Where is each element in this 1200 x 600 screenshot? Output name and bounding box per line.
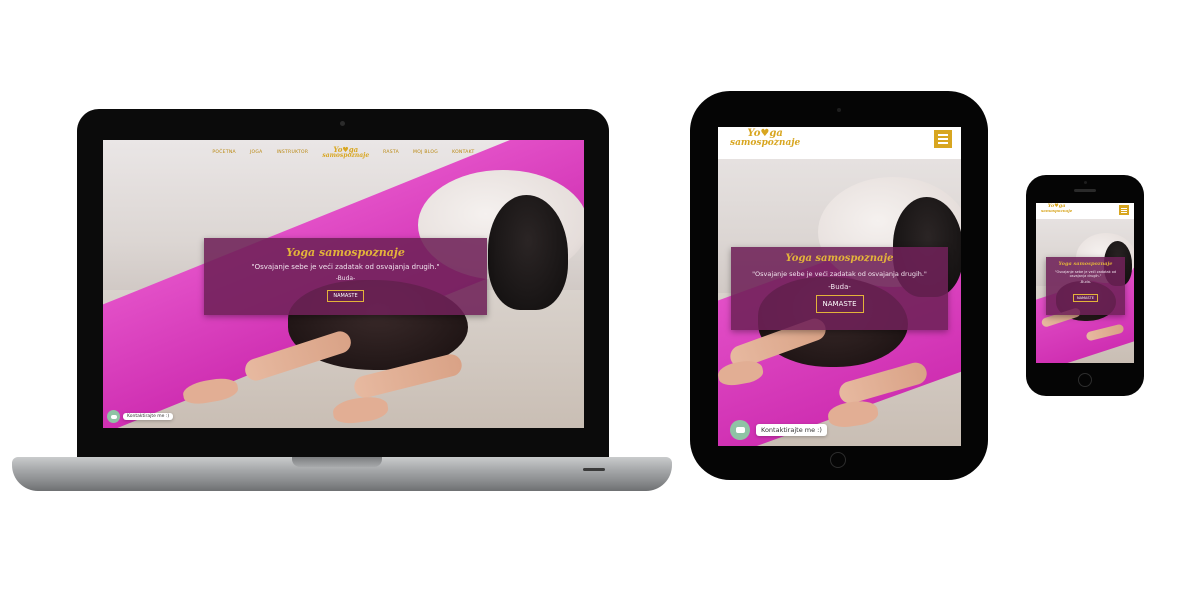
chat-label[interactable]: Kontaktirajte me :)	[123, 413, 174, 420]
chat-label[interactable]: Kontaktirajte me :)	[756, 424, 827, 436]
phone-speaker	[1074, 189, 1096, 192]
nav-item-joga[interactable]: JOGA	[250, 150, 263, 155]
tablet-screen: Yo♥ga samospoznaje Yoga samospoznaje "Os…	[718, 127, 961, 446]
hamburger-menu-icon[interactable]	[934, 130, 952, 148]
phone-camera	[1084, 181, 1087, 184]
hero-author: -Buda-	[335, 275, 356, 282]
hero-box: Yoga samospoznaje "Osvajanje sebe je već…	[1046, 257, 1125, 315]
laptop-notch	[292, 457, 382, 467]
hero-author: -Buda-	[1079, 280, 1092, 284]
logo-text-bottom: samospoznaje	[322, 151, 370, 159]
site-logo[interactable]: Yo♥ga samospoznaje	[322, 146, 369, 159]
chat-widget[interactable]: Kontaktirajte me :)	[730, 420, 827, 440]
laptop-port	[583, 468, 605, 471]
laptop-camera	[340, 121, 345, 126]
nav-item-kontakt[interactable]: KONTAKT	[452, 150, 475, 155]
site-logo[interactable]: Yo♥ga samospoznaje	[1041, 204, 1072, 213]
chat-icon[interactable]	[730, 420, 750, 440]
logo-text-bottom: samospoznaje	[730, 138, 801, 148]
main-nav: POČETNA JOGA INSTRUKTOR Yo♥ga samospozna…	[103, 140, 584, 164]
namaste-button[interactable]: NAMASTE	[815, 295, 864, 313]
hero-title: Yoga samospoznaje	[1058, 261, 1113, 267]
logo-text-bottom: samospoznaje	[1041, 208, 1073, 213]
hero-quote: "Osvajanje sebe je veći zadatak od osvaj…	[1054, 270, 1117, 278]
phone-home-button	[1078, 373, 1092, 387]
hero-box: Yoga samospoznaje "Osvajanje sebe je već…	[204, 238, 487, 315]
site-logo[interactable]: Yo♥ga samospoznaje	[730, 129, 800, 148]
nav-item-rasta[interactable]: RASTA	[383, 150, 399, 155]
hero-author: -Buda-	[828, 283, 851, 291]
namaste-button[interactable]: NAMASTE	[327, 290, 364, 302]
laptop-screen: POČETNA JOGA INSTRUKTOR Yo♥ga samospozna…	[103, 140, 584, 428]
hero-quote: "Osvajanje sebe je veći zadatak od osvaj…	[752, 270, 927, 278]
namaste-button[interactable]: NAMASTE	[1073, 294, 1098, 302]
phone-screen: Yo♥ga samospoznaje Yoga samospoznaje "Os…	[1036, 203, 1134, 363]
chat-icon[interactable]	[107, 410, 120, 423]
tablet-home-button	[830, 452, 846, 468]
nav-item-pocetna[interactable]: POČETNA	[212, 150, 236, 155]
hero-title: Yoga samospoznaje	[286, 246, 405, 259]
nav-item-instruktor[interactable]: INSTRUKTOR	[277, 150, 309, 155]
tablet-camera	[837, 108, 841, 112]
chat-widget[interactable]: Kontaktirajte me :)	[107, 410, 174, 423]
hero-box: Yoga samospoznaje "Osvajanje sebe je već…	[731, 247, 948, 330]
hamburger-menu-icon[interactable]	[1119, 205, 1129, 215]
hero-quote: "Osvajanje sebe je veći zadatak od osvaj…	[251, 263, 440, 271]
hero-title: Yoga samospoznaje	[785, 253, 894, 264]
nav-item-blog[interactable]: MOJ BLOG	[413, 150, 438, 155]
